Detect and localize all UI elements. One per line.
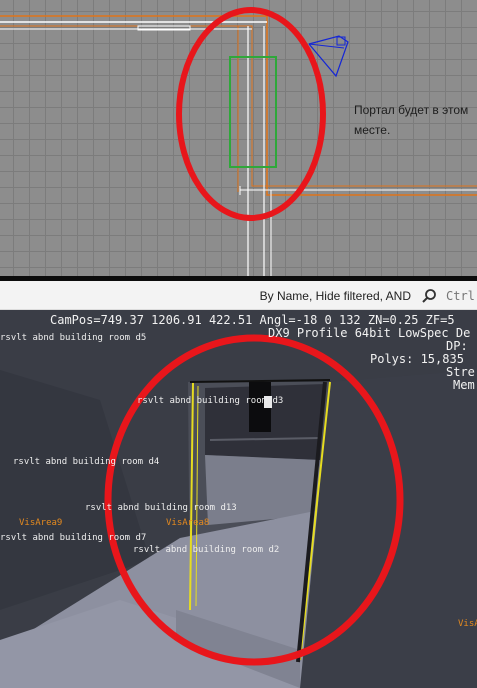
filter-mode-label[interactable]: By Name, Hide filtered, AND	[260, 289, 411, 303]
hud-mem: Mem	[453, 378, 475, 392]
search-input[interactable]	[442, 285, 477, 306]
label-visarea9: VisArea9	[19, 518, 63, 528]
hud-profile: DX9 Profile 64bit LowSpec De	[268, 326, 471, 340]
annotation-note: Портал будет в этом месте.	[354, 103, 469, 137]
scene-viewport[interactable]: CamPos=749.37 1206.91 422.51 Angl=-18 0 …	[0, 310, 477, 688]
portal-box	[229, 56, 277, 168]
label-room-d2: rsvlt abnd building room d2	[133, 545, 280, 555]
hud-campos: CamPos=749.37 1206.91 422.51 Angl=-18 0 …	[50, 313, 455, 327]
label-visarea8: VisArea8	[166, 518, 210, 528]
hud-stre: Stre	[446, 365, 475, 379]
screenshot-root: Портал будет в этом месте. By Name, Hide…	[0, 0, 477, 688]
label-room-d4: rsvlt abnd building room d4	[13, 457, 160, 467]
scene-geometry	[0, 310, 477, 688]
hud-dp: DP:	[446, 339, 468, 353]
label-room-d13: rsvlt abnd building room d13	[85, 503, 237, 513]
label-room-d5: rsvlt abnd building room d5	[0, 333, 147, 343]
hud-polys: Polys: 15,835	[370, 352, 464, 366]
label-room-d7: rsvlt abnd building room d7	[0, 533, 147, 543]
label-room-d3: rsvlt abnd building room d3	[137, 396, 284, 406]
search-icon[interactable]	[421, 288, 437, 304]
editor-top-viewport[interactable]: Портал будет в этом месте.	[0, 0, 477, 276]
highlight-circle	[176, 7, 326, 221]
filter-toolbar: By Name, Hide filtered, AND	[0, 281, 477, 310]
label-visarea-partial: VisA	[458, 619, 477, 629]
